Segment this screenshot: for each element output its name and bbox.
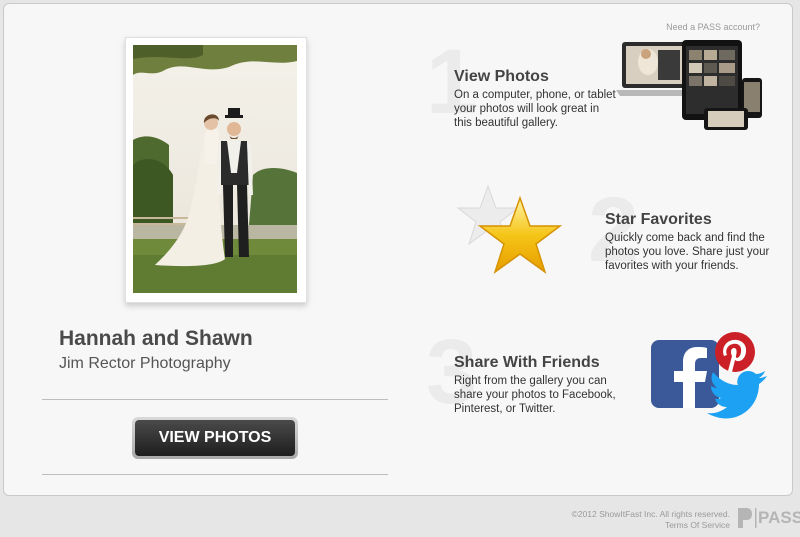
- main-card: Need a PASS account? Hannah and Shawn Ji…: [3, 3, 793, 496]
- feature-desc-view-photos: On a computer, phone, or tablet your pho…: [454, 89, 616, 129]
- feature-desc-share-with-friends: Right from the gallery you can share you…: [454, 375, 616, 415]
- need-pass-account-link[interactable]: Need a PASS account?: [666, 22, 760, 32]
- pinterest-icon: [715, 332, 755, 372]
- view-photos-button-label: VIEW PHOTOS: [135, 420, 295, 456]
- cover-photo[interactable]: [125, 37, 307, 303]
- feature-desc-star-favorites: Quickly come back and find the photos yo…: [605, 232, 770, 272]
- feature-title-share-with-friends: Share With Friends: [454, 354, 600, 371]
- view-photos-button[interactable]: VIEW PHOTOS: [132, 417, 298, 459]
- twitter-icon: [707, 370, 767, 419]
- footer-copyright: ©2012 ShowItFast Inc. All rights reserve…: [571, 509, 730, 519]
- feature-title-star-favorites: Star Favorites: [605, 211, 712, 228]
- couple-name: Hannah and Shawn: [59, 327, 253, 350]
- terms-of-service-link[interactable]: Terms Of Service: [665, 520, 730, 530]
- social-icons: [651, 332, 767, 419]
- feature-title-view-photos: View Photos: [454, 68, 549, 85]
- star-icon: [456, 184, 563, 274]
- divider-bottom: [42, 474, 388, 475]
- studio-name: Jim Rector Photography: [59, 355, 231, 372]
- wedding-photo-image: [133, 45, 297, 293]
- pass-logo-text: PASS: [758, 508, 800, 527]
- divider-top: [42, 399, 388, 400]
- devices-icon: [616, 40, 762, 130]
- facebook-icon: [651, 340, 719, 408]
- pass-logo: PASS: [736, 504, 800, 532]
